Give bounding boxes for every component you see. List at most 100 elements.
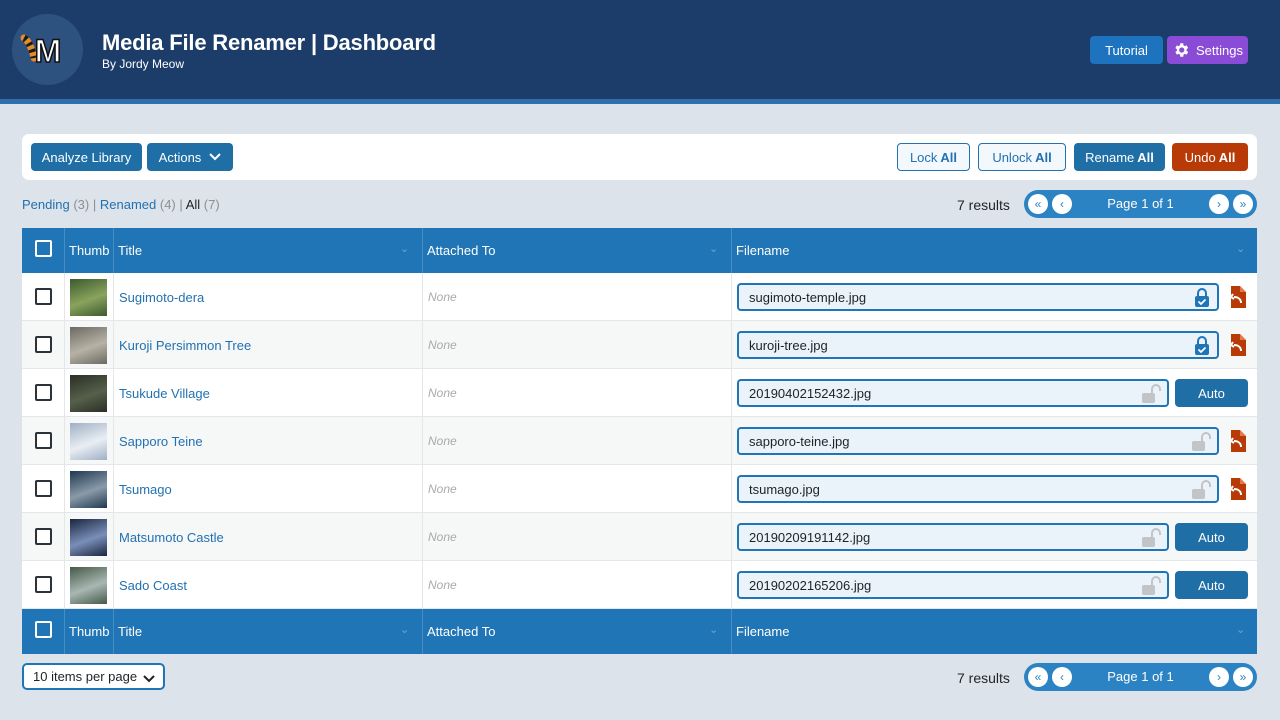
undo-all-button[interactable]: Undo All (1172, 143, 1248, 171)
filename-value: 20190402152432.jpg (749, 386, 872, 401)
sort-icon[interactable]: ⌄ (709, 242, 718, 255)
filter-renamed-count: (4) (159, 197, 176, 212)
sort-icon[interactable]: ⌄ (709, 623, 718, 636)
filter-separator: | (92, 197, 97, 212)
row-checkbox[interactable] (35, 480, 52, 497)
action-toolbar: Analyze Library Actions Lock All Unlock Al… (22, 134, 1257, 180)
media-title-link[interactable]: Sapporo Teine (119, 434, 203, 449)
sort-icon[interactable]: ⌄ (1236, 623, 1245, 636)
undo-rename-icon[interactable] (1228, 285, 1248, 314)
lock-icon[interactable] (1193, 336, 1211, 359)
prev-page-button[interactable]: ‹ (1052, 194, 1072, 214)
filename-value: kuroji-tree.jpg (749, 338, 828, 353)
thumbnail-image (70, 423, 107, 460)
filter-pending-count: (3) (73, 197, 90, 212)
filter-pending[interactable]: Pending (22, 197, 70, 212)
table-row: Tsumago None tsumago.jpg (22, 465, 1257, 513)
thumbnail-image (70, 279, 107, 316)
auto-rename-button[interactable]: Auto (1175, 523, 1248, 551)
table-row: Matsumoto Castle None 20190209191142.jpg Au… (22, 513, 1257, 561)
media-title-link[interactable]: Kuroji Persimmon Tree (119, 338, 251, 353)
undo-rename-icon[interactable] (1228, 429, 1248, 458)
filename-input[interactable]: sugimoto-temple.jpg (737, 283, 1219, 311)
row-checkbox[interactable] (35, 576, 52, 593)
media-title-link[interactable]: Sado Coast (119, 578, 187, 593)
first-page-button[interactable]: « (1028, 194, 1048, 214)
rename-all-button[interactable]: Rename All (1074, 143, 1165, 171)
first-page-button[interactable]: « (1028, 667, 1048, 687)
tutorial-button[interactable]: Tutorial (1090, 36, 1163, 64)
undo-rename-icon[interactable] (1228, 477, 1248, 506)
media-title-link[interactable]: Matsumoto Castle (119, 530, 224, 545)
actions-dropdown-button[interactable]: Actions (147, 143, 233, 171)
app-logo: M (12, 14, 83, 85)
last-page-button[interactable]: » (1233, 194, 1253, 214)
auto-rename-button[interactable]: Auto (1175, 571, 1248, 599)
unlock-icon[interactable] (1141, 528, 1161, 551)
status-filters: Pending (3) | Renamed (4) | All (7) (22, 197, 220, 212)
lock-icon[interactable] (1193, 288, 1211, 311)
prev-page-button[interactable]: ‹ (1052, 667, 1072, 687)
unlock-icon[interactable] (1191, 432, 1211, 455)
next-page-button[interactable]: › (1209, 194, 1229, 214)
filter-separator: | (179, 197, 183, 212)
row-checkbox[interactable] (35, 288, 52, 305)
filename-input[interactable]: 20190202165206.jpg (737, 571, 1169, 599)
pagination-top: « ‹ Page 1 of 1 › » (1024, 190, 1257, 218)
undo-all-prefix: Undo (1184, 149, 1216, 165)
select-all-checkbox[interactable] (35, 240, 52, 257)
undo-all-bold: All (1218, 149, 1236, 165)
select-all-checkbox[interactable] (35, 621, 52, 638)
table-row: Sugimoto-dera None sugimoto-temple.jpg (22, 273, 1257, 321)
filter-all[interactable]: All (186, 197, 200, 212)
column-filename[interactable]: Filename (736, 243, 789, 258)
sort-icon[interactable]: ⌄ (1236, 242, 1245, 255)
filename-input[interactable]: sapporo-teine.jpg (737, 427, 1219, 455)
thumbnail-image (70, 519, 107, 556)
last-page-button[interactable]: » (1233, 667, 1253, 687)
unlock-all-bold: All (1035, 149, 1052, 165)
pagination-bottom: « ‹ Page 1 of 1 › » (1024, 663, 1257, 691)
logo-icon: M (20, 32, 62, 70)
sort-icon[interactable]: ⌄ (400, 623, 409, 636)
column-attached[interactable]: Attached To (427, 243, 495, 258)
app-title: Media File Renamer | Dashboard (102, 30, 436, 55)
next-page-button[interactable]: › (1209, 667, 1229, 687)
media-title-link[interactable]: Tsukude Village (119, 386, 210, 401)
row-checkbox[interactable] (35, 336, 52, 353)
lock-all-prefix: Lock (909, 149, 938, 165)
column-filename[interactable]: Filename (736, 624, 789, 639)
column-title[interactable]: Title (118, 624, 142, 639)
unlock-icon[interactable] (1141, 576, 1161, 599)
media-title-link[interactable]: Tsumago (119, 482, 172, 497)
filename-input[interactable]: 20190402152432.jpg (737, 379, 1169, 407)
undo-rename-icon[interactable] (1228, 333, 1248, 362)
attached-to-value: None (428, 386, 457, 400)
row-checkbox[interactable] (35, 384, 52, 401)
media-title-link[interactable]: Sugimoto-dera (119, 290, 204, 305)
sort-icon[interactable]: ⌄ (400, 242, 409, 255)
media-table: Thumb Title ⌄ Attached To ⌄ Filename ⌄ S… (22, 228, 1257, 654)
filename-input[interactable]: 20190209191142.jpg (737, 523, 1169, 551)
row-checkbox[interactable] (35, 528, 52, 545)
filename-value: 20190202165206.jpg (749, 578, 872, 593)
unlock-all-button[interactable]: Unlock All (978, 143, 1066, 171)
filter-renamed[interactable]: Renamed (100, 197, 156, 212)
tutorial-label: Tutorial (1105, 42, 1148, 58)
auto-label: Auto (1198, 385, 1225, 401)
column-title[interactable]: Title (118, 243, 142, 258)
filename-input[interactable]: kuroji-tree.jpg (737, 331, 1219, 359)
lock-all-button[interactable]: Lock All (897, 143, 970, 171)
analyze-library-button[interactable]: Analyze Library (31, 143, 142, 171)
table-row: Kuroji Persimmon Tree None kuroji-tree.jpg (22, 321, 1257, 369)
thumbnail-image (70, 327, 107, 364)
unlock-icon[interactable] (1141, 384, 1161, 407)
filename-input[interactable]: tsumago.jpg (737, 475, 1219, 503)
column-attached[interactable]: Attached To (427, 624, 495, 639)
settings-button[interactable]: Settings (1167, 36, 1248, 64)
unlock-icon[interactable] (1191, 480, 1211, 503)
items-per-page-select[interactable]: 10 items per page (22, 663, 165, 690)
items-per-page-label: 10 items per page (33, 669, 138, 684)
auto-rename-button[interactable]: Auto (1175, 379, 1248, 407)
row-checkbox[interactable] (35, 432, 52, 449)
